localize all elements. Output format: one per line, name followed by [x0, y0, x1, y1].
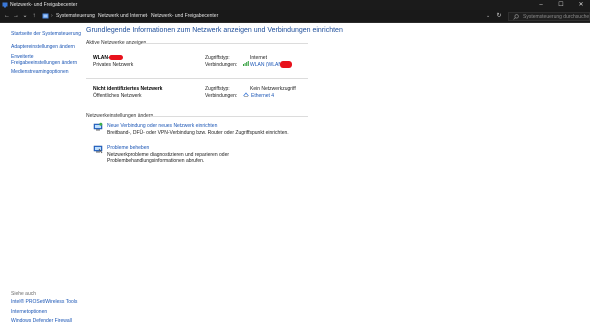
- new-connection-link[interactable]: Neue Verbindung oder neues Netzwerk einr…: [107, 123, 217, 129]
- network-center-icon: [2, 2, 8, 8]
- window-title: Netzwerk- und Freigabecenter: [10, 2, 78, 8]
- see-also-internet-options[interactable]: Internetoptionen: [11, 309, 47, 315]
- connections-label: Verbindungen:: [205, 62, 238, 68]
- search-box[interactable]: [508, 12, 590, 21]
- see-also-intel-proset[interactable]: Intel® PROSet/Wireless Tools: [11, 299, 77, 305]
- connections-label: Verbindungen:: [205, 93, 238, 99]
- access-type-value: Internet: [250, 55, 267, 61]
- forward-button[interactable]: →: [12, 12, 20, 21]
- breadcrumb-separator: ›: [93, 13, 95, 19]
- access-type-value: Kein Netzwerkzugriff: [250, 86, 296, 92]
- access-type-label: Zugriffstyp:: [205, 86, 230, 92]
- active-networks-heading: Aktive Netzwerke anzeigen: [86, 40, 147, 46]
- refresh-button[interactable]: ↻: [495, 12, 503, 21]
- recent-locations-button[interactable]: ⌄: [21, 12, 29, 21]
- close-button[interactable]: ✕: [572, 1, 590, 9]
- breadcrumb-systemsteuerung[interactable]: Systemsteuerung: [56, 13, 95, 20]
- ethernet-connection-link[interactable]: Ethernet 4: [251, 93, 274, 99]
- sidebar-item-adapter-settings[interactable]: Adaptereinstellungen ändern: [11, 44, 75, 50]
- redaction-mark: [109, 55, 123, 60]
- control-panel-icon: [42, 13, 49, 19]
- ethernet-icon: [243, 92, 249, 97]
- page-title: Grundlegende Informationen zum Netzwerk …: [86, 27, 343, 34]
- access-type-label: Zugriffstyp:: [205, 55, 230, 61]
- wlan-connection-link[interactable]: WLAN (WLAN-: [250, 62, 284, 68]
- section-divider: [142, 43, 308, 44]
- troubleshoot-icon: [93, 145, 103, 154]
- minimize-button[interactable]: –: [532, 1, 550, 9]
- breadcrumb-separator: ›: [51, 13, 53, 19]
- search-input[interactable]: [523, 13, 589, 20]
- troubleshoot-description: Netzwerkprobleme diagnostizieren und rep…: [107, 152, 230, 164]
- network-name: WLAN-: [93, 55, 110, 61]
- redaction-mark: [280, 61, 292, 68]
- breadcrumb[interactable]: › Systemsteuerung › Netzwerk und Interne…: [40, 12, 495, 21]
- up-button[interactable]: ↑: [30, 12, 38, 21]
- wifi-signal-icon: [243, 61, 249, 66]
- search-icon: [513, 14, 519, 20]
- change-settings-heading: Netzwerkeinstellungen ändern: [86, 113, 154, 119]
- new-connection-icon: [93, 122, 103, 131]
- title-bar: Netzwerk- und Freigabecenter – ☐ ✕: [0, 0, 590, 10]
- breadcrumb-freigabecenter[interactable]: Netzwerk- und Freigabecenter: [151, 13, 218, 20]
- breadcrumb-netzwerk-internet[interactable]: Netzwerk und Internet: [98, 13, 147, 20]
- new-connection-description: Breitband-, DFÜ- oder VPN-Verbindung bzw…: [107, 130, 289, 136]
- breadcrumb-separator: ›: [146, 13, 148, 19]
- troubleshoot-link[interactable]: Probleme beheben: [107, 145, 149, 151]
- see-also-firewall[interactable]: Windows Defender Firewall: [11, 318, 72, 324]
- back-button[interactable]: ←: [3, 12, 11, 21]
- sidebar-item-home[interactable]: Startseite der Systemsteuerung: [11, 31, 81, 37]
- network-divider: [86, 78, 308, 79]
- sidebar-item-media-streaming[interactable]: Medienstreamingoptionen: [11, 69, 69, 75]
- network-type: Privates Netzwerk: [93, 62, 134, 68]
- address-dropdown-icon[interactable]: ⌄: [486, 13, 490, 20]
- sidebar-item-advanced-sharing-2[interactable]: Freigabeeinstellungen ändern: [11, 60, 77, 66]
- network-name: Nicht identifiziertes Netzwerk: [93, 86, 163, 92]
- network-type: Öffentliches Netzwerk: [93, 93, 142, 99]
- see-also-title: Siehe auch: [11, 291, 37, 297]
- maximize-button[interactable]: ☐: [552, 1, 570, 9]
- section-divider: [150, 116, 308, 117]
